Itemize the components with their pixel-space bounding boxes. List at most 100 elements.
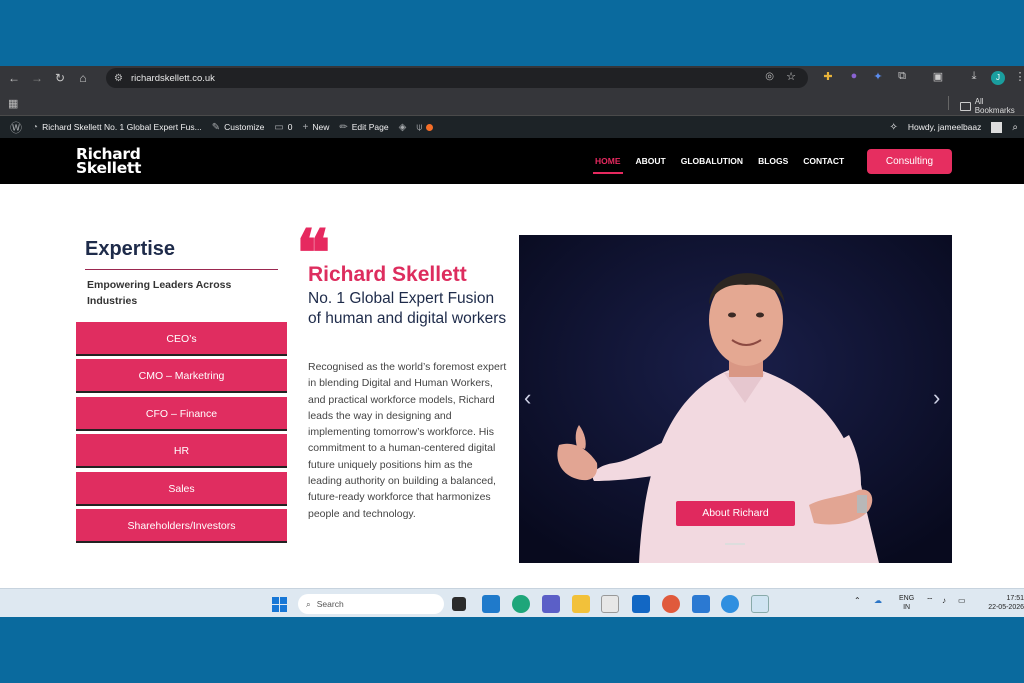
back-icon[interactable]: ← (5, 71, 23, 85)
expertise-item-hr[interactable]: HR (76, 434, 287, 469)
site-logo[interactable]: Richard Skellett (76, 146, 142, 177)
reload-icon[interactable]: ↻ (51, 71, 69, 85)
clock-time: 17:51 (1006, 595, 1024, 602)
heading-underline (85, 269, 278, 270)
task-view-icon[interactable] (452, 597, 466, 611)
eye-off-icon[interactable]: ◎ (765, 71, 774, 82)
nav-blogs[interactable]: BLOGS (758, 156, 788, 166)
bookmark-star-icon[interactable]: ☆ (786, 70, 796, 83)
wp-yoast-icon[interactable]: ⍦ (416, 122, 434, 133)
consulting-button[interactable]: Consulting (867, 149, 952, 174)
windows-start-icon[interactable] (272, 597, 287, 612)
lang-line-1: ENG (899, 595, 915, 602)
slider-next-icon[interactable]: › (933, 385, 940, 411)
profile-bio: Recognised as the world’s foremost exper… (308, 361, 507, 520)
quote-mark-icon: ❝ (296, 222, 331, 262)
brush-icon: ✎ (211, 121, 221, 133)
vscode-icon[interactable] (482, 595, 500, 613)
wp-admin-bar: Ⓦ ◔ Richard Skellett No. 1 Global Expert … (0, 116, 1024, 138)
all-bookmarks-folder[interactable]: All Bookmarks (960, 97, 1024, 115)
slider-prev-icon[interactable]: ‹ (524, 385, 531, 411)
app-icon-3[interactable] (721, 595, 739, 613)
site-info-icon[interactable]: ⚙ (114, 73, 123, 84)
url-text: richardskellett.co.uk (130, 72, 215, 84)
extension-puzzle-icon[interactable]: ✦ (870, 70, 886, 83)
wp-comments-link[interactable]: ▭ 0 (274, 122, 292, 133)
seo-status-dot (426, 123, 434, 131)
sparkle-icon[interactable]: ✧ (889, 122, 897, 133)
address-bar[interactable]: ⚙ richardskellett.co.uk ◎ ☆ (106, 68, 808, 88)
wordpress-logo-icon[interactable]: Ⓦ (10, 119, 22, 136)
system-clock[interactable]: 17:51 22-05-2026 (980, 594, 1024, 612)
wp-new-label: New (312, 122, 330, 132)
comment-icon: ▭ (274, 121, 284, 133)
dashboard-icon: ◔ (32, 121, 39, 133)
nav-globalution[interactable]: GLOBALUTION (681, 156, 743, 166)
expertise-item-cmo[interactable]: CMO – Marketring (76, 359, 287, 394)
profile-avatar[interactable]: J (991, 71, 1005, 85)
tray-chevron-icon[interactable]: ⌃ (854, 596, 861, 605)
main-nav: HOME ABOUT GLOBALUTION BLOGS CONTACT (593, 156, 859, 174)
clock-date: 22-05-2026 (988, 604, 1024, 611)
nav-home[interactable]: HOME (593, 156, 622, 174)
outlook-icon[interactable] (632, 595, 650, 613)
wp-edit-page-link[interactable]: ✏ Edit Page (339, 122, 388, 133)
extension-badge-icon[interactable]: ● (846, 70, 862, 82)
nav-about[interactable]: ABOUT (636, 156, 666, 166)
taskbar-search-placeholder: Search (316, 599, 344, 609)
volume-icon[interactable]: ♪ (942, 596, 946, 605)
about-richard-button[interactable]: About Richard (676, 501, 795, 526)
wp-plugin-diamond-icon[interactable]: ◈ (399, 122, 407, 133)
search-icon[interactable]: ⌕ (1012, 122, 1018, 133)
user-avatar[interactable] (991, 121, 1003, 133)
wp-customize-label: Customize (224, 122, 265, 132)
site-header: Richard Skellett HOME ABOUT GLOBALUTION … (0, 138, 1024, 184)
expertise-item-cfo[interactable]: CFO – Finance (76, 396, 287, 431)
language-indicator[interactable]: ENG IN (899, 594, 914, 612)
tab-search-icon[interactable]: ▣ (930, 70, 946, 83)
extension-icon[interactable]: ✚ (820, 70, 836, 83)
expertise-item-sales[interactable]: Sales (76, 471, 287, 506)
pencil-icon: ✏ (339, 121, 348, 133)
wp-comments-count: 0 (287, 122, 293, 132)
file-explorer-icon[interactable] (572, 595, 590, 613)
extensions-icon[interactable]: ⧉ (894, 70, 910, 83)
wifi-icon[interactable]: ⌔ (926, 596, 934, 606)
expertise-list: CEO’s CMO – Marketring CFO – Finance HR … (76, 322, 287, 546)
divider (948, 96, 949, 110)
battery-icon[interactable]: ▭ (958, 596, 966, 605)
profile-tagline: No. 1 Global Expert Fusion of human and … (308, 290, 507, 327)
forward-icon[interactable]: → (28, 71, 46, 85)
expertise-item-shareholders[interactable]: Shareholders/Investors (76, 508, 287, 543)
logo-line-2: Skellett (76, 159, 142, 177)
wp-site-link[interactable]: ◔ Richard Skellett No. 1 Global Expert Fu… (32, 122, 202, 133)
slider-pagination[interactable] (725, 543, 745, 545)
bookmarks-bar: ▦ All Bookmarks (0, 90, 1024, 116)
app-icon-2[interactable] (692, 595, 710, 613)
wp-customize-link[interactable]: ✎ Customize (212, 122, 265, 133)
wp-howdy[interactable]: Howdy, jameelbaaz (908, 122, 982, 132)
expertise-item-ceo[interactable]: CEO’s (76, 322, 287, 356)
profile-name: Richard Skellett (308, 263, 467, 286)
plus-icon: + (302, 121, 309, 133)
download-icon[interactable]: ⤓ (966, 70, 982, 83)
menu-icon[interactable]: ⋮ (1012, 70, 1024, 83)
apps-grid-icon[interactable]: ▦ (8, 97, 18, 110)
lang-line-2: IN (903, 604, 911, 611)
search-icon: ⌕ (306, 598, 311, 609)
wp-edit-page-label: Edit Page (351, 122, 389, 132)
all-bookmarks-label: All Bookmarks (974, 97, 1015, 115)
edge-icon[interactable] (512, 595, 530, 613)
expertise-heading: Expertise (85, 238, 176, 260)
teams-icon[interactable] (542, 595, 560, 613)
home-icon[interactable]: ⌂ (74, 71, 92, 85)
taskbar-search[interactable]: ⌕ Search (298, 594, 444, 614)
nav-contact[interactable]: CONTACT (803, 156, 844, 166)
chrome-icon[interactable] (601, 595, 619, 613)
app-icon[interactable] (662, 595, 680, 613)
browser-window: ← → ↻ ⌂ ⚙ richardskellett.co.uk ◎ ☆ ✚ ● … (0, 66, 1024, 617)
app-icon-4[interactable] (751, 595, 769, 613)
windows-taskbar: ⌕ Search ⌃ ☁ ENG IN ⌔ ♪ ▭ 17:51 22-05-20… (0, 588, 1024, 617)
wp-new-link[interactable]: + New (302, 122, 329, 133)
onedrive-icon[interactable]: ☁ (874, 596, 882, 605)
